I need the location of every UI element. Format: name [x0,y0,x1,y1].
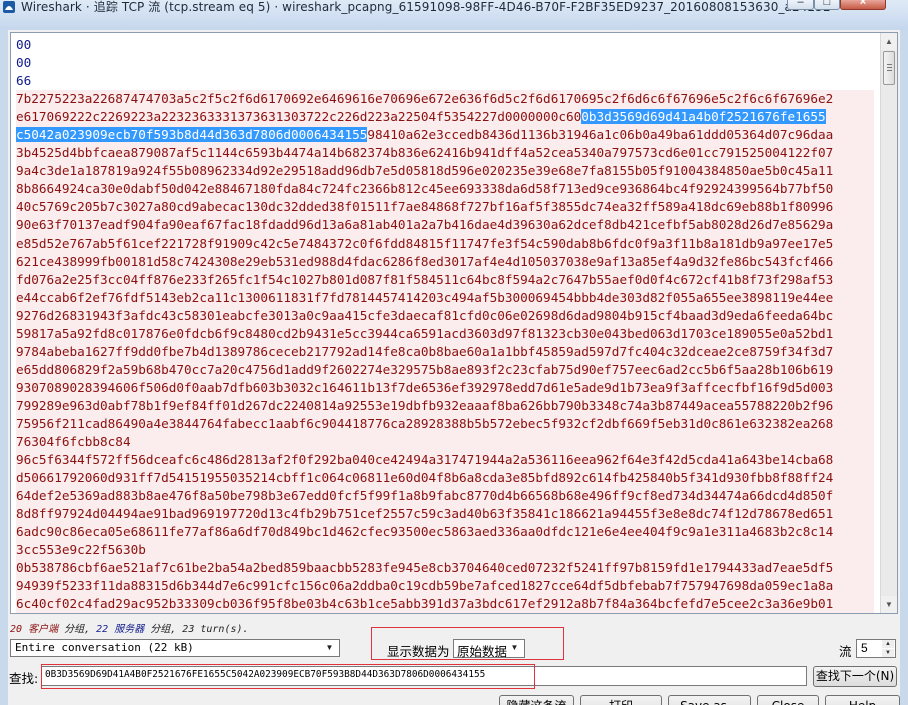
client-data-line[interactable]: 9276d26831943f3afdc43c58301eabcfe3013a0c… [16,306,874,325]
client-data-line[interactable]: 6c40cf02c4fad29ac952b33309cb036f95f8be03… [16,595,874,613]
spin-up-icon[interactable]: ▲ [882,640,894,648]
client-data-line[interactable]: a6e7b79fc2bc9b0b0e8cc7d46f28f3018d4d7e1c… [16,614,874,615]
client-data-line[interactable]: 59817a5a92fd8c017876e0fdcb6f9c8480cd2b94… [16,324,874,343]
client-data-line[interactable]: 7b2275223a22687474703a5c2f5c2f6d6170692e… [16,90,874,109]
title-bar[interactable]: Wireshark · 追踪 TCP 流 (tcp.stream eq 5) ·… [0,0,908,30]
print-button[interactable]: 打印 [580,695,662,705]
close-button[interactable]: Close [757,695,819,705]
client-data-line[interactable]: 8b8664924ca30e0dabf50d042e88467180fda84c… [16,180,874,199]
close-window-button[interactable]: × [840,0,886,10]
client-data-line[interactable]: 6adc90c86eca05e68611fe77af86a6df70d849bc… [16,523,874,542]
save-as-button[interactable]: Save as… [668,695,751,705]
client-data-line[interactable]: d50661792060d931ff7d54151955035214cbff1c… [16,469,874,488]
server-label: 服务器 [114,624,145,635]
conversation-summary: 20 客户端 分组, 22 服务器 分组, 23 turn(s). [10,624,249,635]
server-data-line[interactable]: 00 [16,54,874,73]
selected-text: 0b3d3569d69d41a4b0f2521676fe1655 [581,109,826,125]
help-button[interactable]: Help [825,695,900,705]
client-data-line[interactable]: 0b538786cbf6ae521af7c61be2ba54a2bed859ba… [16,559,874,578]
client-label: 客户端 [28,624,59,635]
chevron-down-icon: ▼ [325,643,334,652]
client-data-line[interactable]: 8d8ff97924d04494ae91bad969197720d13c4fb2… [16,505,874,524]
scroll-down-icon[interactable]: ▼ [881,596,897,613]
client-data-line[interactable]: 76304f6fcbb8c84 [16,433,874,452]
client-data-line[interactable]: 40c5769c205b7c3027a80cd9abecac130dc32dde… [16,198,874,217]
stream-number-spinbox[interactable]: 5 ▲ ▼ [856,639,896,658]
client-data-line[interactable]: 75956f211cad86490a4e3844764fabecc1aabf6c… [16,414,874,434]
scroll-up-icon[interactable]: ▲ [881,33,897,50]
client-data-line[interactable]: 3b4525d4bbfcaea879087af5c1144c6593b4474a… [16,144,874,163]
spin-down-icon[interactable]: ▼ [882,649,894,657]
minimize-button[interactable]: – [787,0,814,10]
client-data-line[interactable]: e65dd806829f2a59b68b470cc7a20c4756d1add9… [16,360,874,379]
client-data-line[interactable]: c5042a023909ecb70f593b8d44d363d7806d0006… [16,126,874,145]
maximize-button[interactable]: □ [814,0,840,10]
find-label: 查找: [9,671,39,686]
client-data-line[interactable]: 94939f5233f11da88315d6b344d7e6c991cfc156… [16,577,874,596]
window-title: Wireshark · 追踪 TCP 流 (tcp.stream eq 5) ·… [21,0,831,14]
client-data-line[interactable]: e85d52e767ab5f61cef221728f91909c42c5e748… [16,234,874,253]
client-data-line[interactable]: 799289e963d0abf78b1f9ef84ff01d267dc22408… [16,396,874,415]
server-data-line[interactable]: 00 [16,36,874,55]
client-data-line[interactable]: e44ccab6f2ef76fdf5143eb2ca11c1300611831f… [16,288,874,307]
maximize-icon: □ [823,0,831,8]
client-data-line[interactable]: 9307089028394606f506d0f0aab7dfb603b3032c… [16,378,874,397]
client-data-line[interactable]: e617069222c2269223a223236333137363130372… [16,108,874,127]
client-data-line[interactable]: 3cc553e9c22f5630b [16,541,874,560]
conversation-select[interactable]: Entire conversation (22 kB) ▼ [10,639,340,657]
find-next-button[interactable]: 查找下一个(N) [813,666,897,687]
follow-stream-dialog: 00 00 66 7b2275223a22687474703a5c2f5c2f6d61… [8,30,900,705]
server-data-line[interactable]: 66 [16,72,874,91]
stream-content-view[interactable]: 00 00 66 7b2275223a22687474703a5c2f5c2f6d61… [10,32,898,614]
client-data-line[interactable]: 9784abeba1627ff9dd0fbe7b4d1389786ceceb21… [16,342,874,361]
stream-text[interactable]: 00 00 66 7b2275223a22687474703a5c2f5c2f6d61… [16,36,874,615]
annotation-box-find [41,664,535,689]
close-icon: × [859,0,867,8]
chevron-down-icon: ▼ [510,643,519,652]
wireshark-fin-icon [3,1,15,13]
show-as-select[interactable]: 原始数据 ▼ [453,639,525,659]
client-data-line[interactable]: 90e63f70137eadf904fa90eaf67fac18fdadd96d… [16,216,874,235]
filter-out-stream-button[interactable]: 隐藏这条流 [499,695,574,705]
client-data-line[interactable]: 9a4c3de1a187819a924f55b08962334d92e29518… [16,162,874,181]
scroll-thumb[interactable] [883,51,895,85]
client-data-line[interactable]: 96c5f6344f572ff56dceafc6c486d2813af2f0f2… [16,451,874,470]
selected-text: c5042a023909ecb70f593b8d44d363d7806d0006… [16,127,368,143]
client-data-line[interactable]: 64def2e5369ad883b8ae476f8a50be798b3e67ed… [16,487,874,506]
client-data-line[interactable]: 621ce438999fb00181d58c7424308e29eb531ed9… [16,252,874,271]
show-as-label: 显示数据为 [387,644,450,659]
minimize-icon: – [797,0,804,8]
vertical-scrollbar[interactable]: ▲ ▼ [880,33,897,613]
stream-number-label: 流 [839,644,852,659]
client-data-line[interactable]: fd076a2e25f3cc04ff876e233f265fc1f54c1027… [16,270,874,289]
